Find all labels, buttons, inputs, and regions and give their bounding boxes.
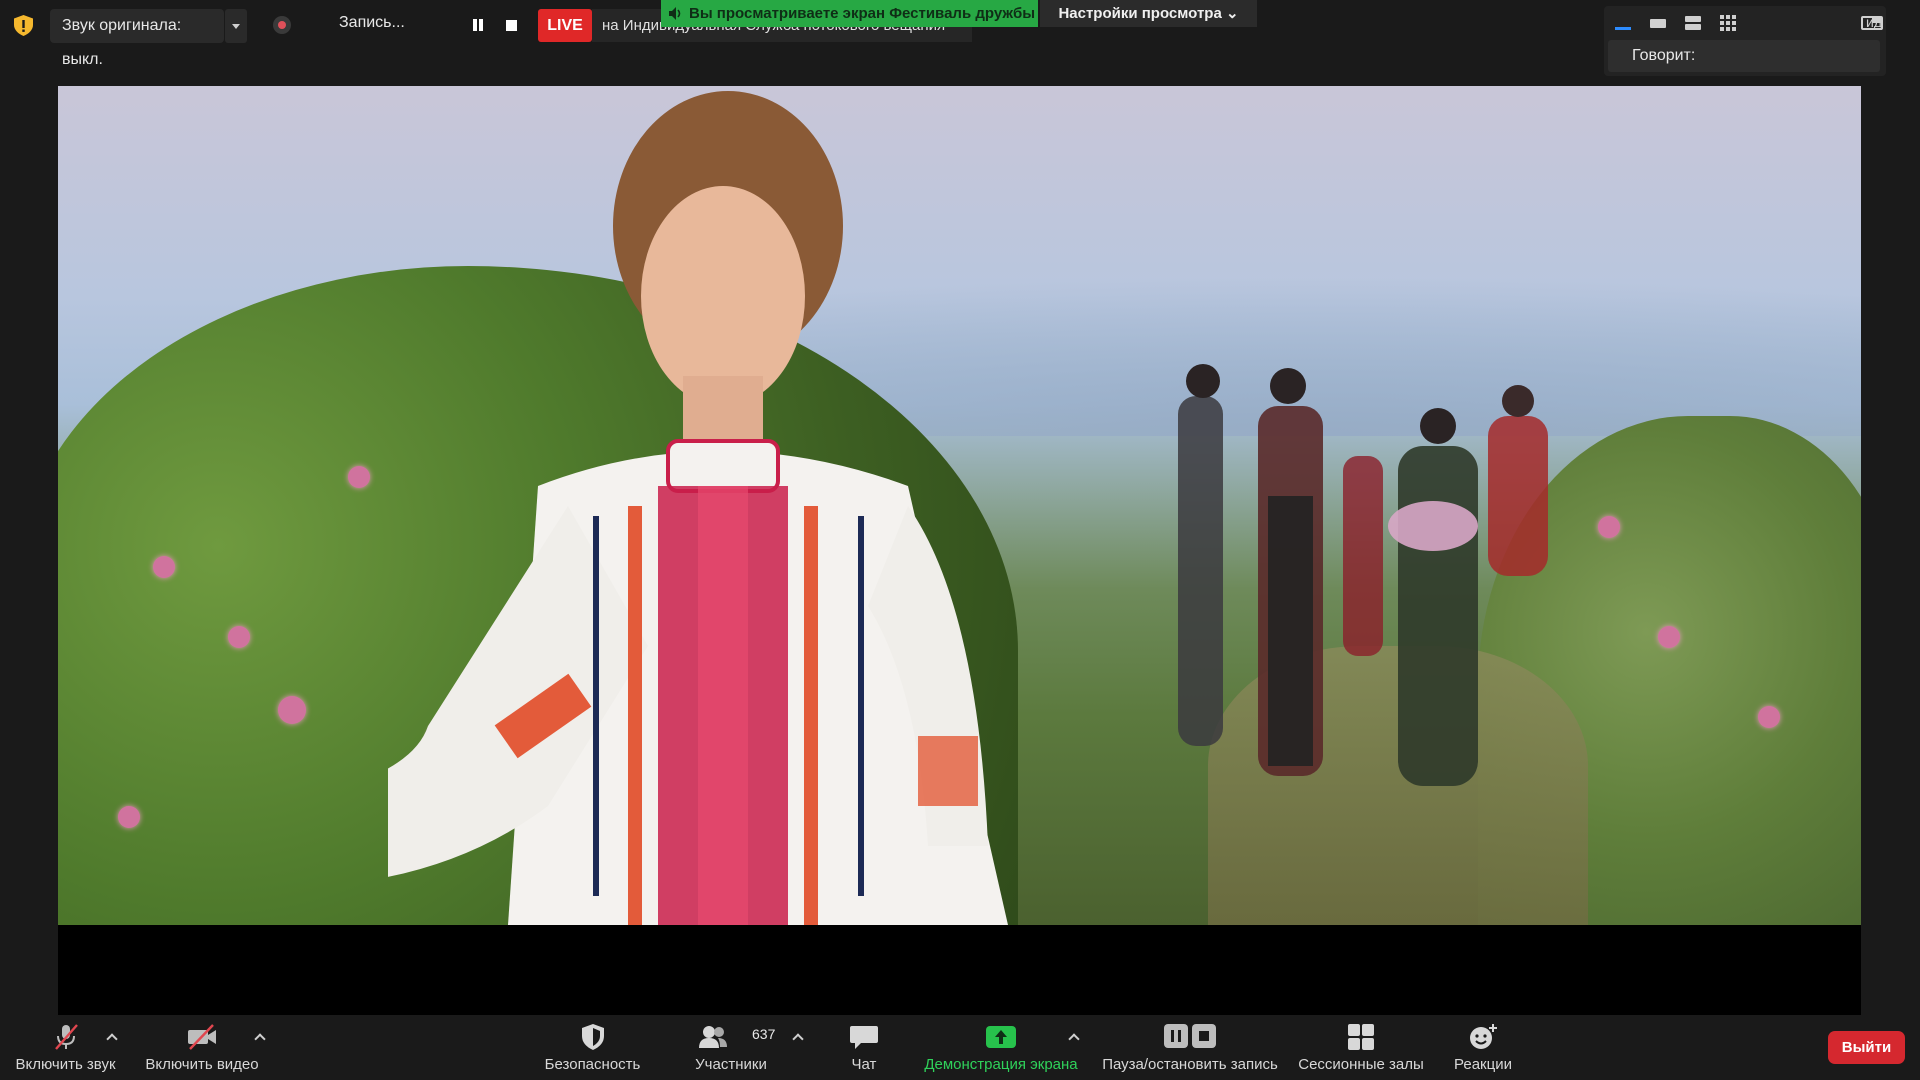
reactions-label: Реакции bbox=[1454, 1056, 1512, 1073]
reactions-icon bbox=[1470, 1024, 1497, 1049]
participants-count: 637 bbox=[752, 1026, 776, 1042]
share-screen-button[interactable]: Демонстрация экрана bbox=[918, 1015, 1084, 1080]
reactions-button[interactable]: Реакции bbox=[1442, 1015, 1524, 1080]
gallery-strip-icon[interactable] bbox=[1647, 14, 1669, 32]
security-label: Безопасность bbox=[544, 1056, 641, 1073]
breakout-rooms-button[interactable]: Сессионные залы bbox=[1296, 1015, 1426, 1080]
live-badge[interactable]: LIVE bbox=[538, 9, 592, 42]
meeting-toolbar: Включить звук Включить видео Безопасност… bbox=[0, 1015, 1920, 1080]
screen-share-banner: Вы просматриваете экран Фестиваль дружбы bbox=[661, 0, 1038, 27]
side-by-side-icon[interactable] bbox=[1682, 14, 1704, 32]
gallery-grid-icon[interactable] bbox=[1717, 14, 1739, 32]
video-letterbox bbox=[58, 925, 1861, 1015]
participants-label: Участники bbox=[695, 1056, 767, 1073]
video-rose bbox=[1658, 626, 1680, 648]
breakout-rooms-icon bbox=[1348, 1024, 1374, 1050]
audio-options-caret[interactable] bbox=[225, 9, 247, 43]
video-rose bbox=[118, 806, 140, 828]
unmute-label: Включить звук bbox=[15, 1056, 116, 1073]
shared-screen-video bbox=[58, 86, 1861, 925]
view-settings-button[interactable]: Настройки просмотра ⌄ bbox=[1040, 0, 1257, 27]
audio-options-caret[interactable] bbox=[106, 1033, 118, 1043]
video-rose bbox=[1758, 706, 1780, 728]
video-rose bbox=[348, 466, 370, 488]
record-icon bbox=[273, 16, 291, 34]
speaker-icon bbox=[669, 7, 681, 20]
stop-icon[interactable] bbox=[506, 20, 517, 31]
breakout-rooms-label: Сессионные залы bbox=[1298, 1056, 1424, 1073]
video-background-people bbox=[1178, 364, 1548, 786]
start-video-label: Включить видео bbox=[145, 1056, 259, 1073]
security-shield-icon bbox=[581, 1024, 604, 1050]
video-rose bbox=[153, 556, 175, 578]
chat-label: Чат bbox=[851, 1056, 877, 1073]
pause-stop-recording-label: Пауза/остановить запись bbox=[1102, 1056, 1278, 1073]
participants-icon bbox=[699, 1026, 727, 1048]
participants-options-caret[interactable] bbox=[792, 1033, 804, 1043]
top-bar: Звук оригинала: выкл. Запись... LIVE на … bbox=[0, 0, 1920, 76]
share-options-caret[interactable] bbox=[1068, 1033, 1080, 1043]
side-label: ид bbox=[1866, 14, 1882, 30]
video-woman-in-folk-costume bbox=[388, 91, 1008, 925]
recording-status: Запись... bbox=[339, 14, 405, 31]
security-button[interactable]: Безопасность bbox=[540, 1015, 645, 1080]
zoom-meeting-window: Звук оригинала: выкл. Запись... LIVE на … bbox=[0, 0, 1920, 1080]
speaker-view-icon[interactable] bbox=[1612, 14, 1634, 32]
screen-share-text: Вы просматриваете экран Фестиваль дружбы bbox=[689, 5, 1036, 22]
share-screen-label: Демонстрация экрана bbox=[924, 1056, 1078, 1073]
pause-stop-recording-button[interactable]: Пауза/остановить запись bbox=[1098, 1015, 1282, 1080]
mic-off-icon bbox=[54, 1024, 78, 1050]
shield-warning-icon[interactable] bbox=[14, 15, 33, 36]
share-screen-icon bbox=[986, 1026, 1016, 1048]
speaking-indicator: Говорит: bbox=[1608, 40, 1880, 72]
unmute-button[interactable]: Включить звук bbox=[8, 1015, 123, 1080]
original-audio-button[interactable]: Звук оригинала: выкл. bbox=[50, 9, 224, 68]
video-rose bbox=[278, 696, 306, 724]
chat-button[interactable]: Чат bbox=[836, 1015, 892, 1080]
participants-button[interactable]: 637 Участники bbox=[686, 1015, 776, 1080]
chat-icon bbox=[850, 1026, 878, 1049]
pause-record-icon bbox=[1164, 1024, 1216, 1048]
pause-icon[interactable] bbox=[471, 18, 485, 32]
leave-button[interactable]: Выйти bbox=[1828, 1031, 1905, 1064]
view-switcher-panel: Говорит: bbox=[1604, 6, 1886, 76]
start-video-button[interactable]: Включить видео bbox=[140, 1015, 264, 1080]
video-off-icon bbox=[188, 1024, 216, 1050]
video-rose bbox=[228, 626, 250, 648]
video-options-caret[interactable] bbox=[254, 1033, 266, 1043]
